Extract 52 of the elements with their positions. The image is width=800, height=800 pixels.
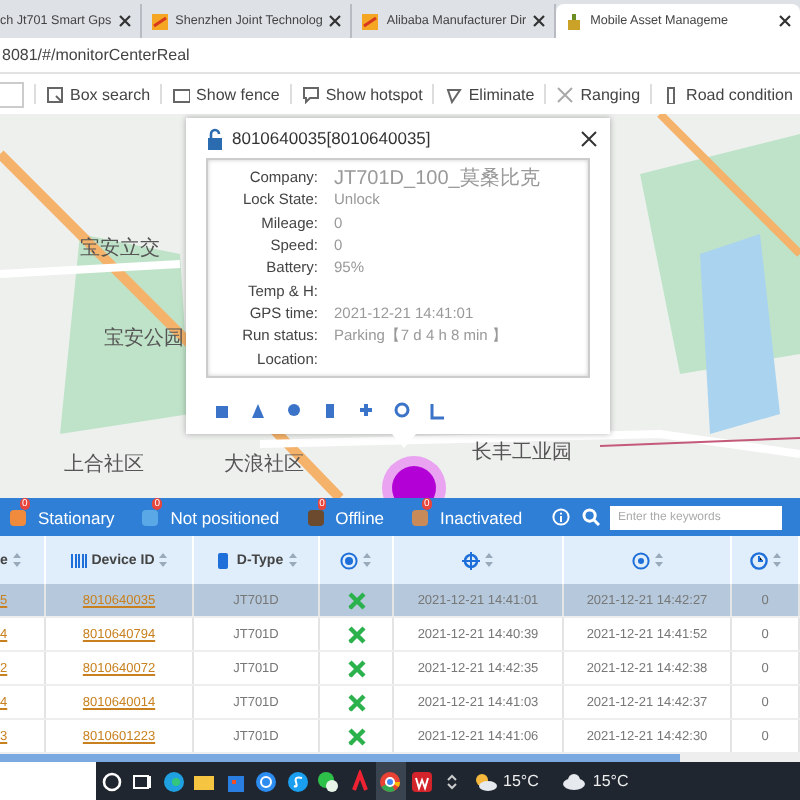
close-icon bbox=[328, 14, 343, 28]
map-label: 上合社区 bbox=[64, 456, 144, 476]
chat-icon[interactable] bbox=[316, 769, 341, 793]
barcode-icon bbox=[69, 551, 88, 569]
weather-icon[interactable] bbox=[473, 771, 497, 791]
radio-icon bbox=[340, 551, 358, 569]
popup-title: 8010640035[8010640035] bbox=[232, 128, 433, 148]
close-icon bbox=[532, 14, 547, 28]
filter-tab[interactable]: Not positioned bbox=[170, 507, 280, 527]
close-icon bbox=[117, 14, 132, 28]
app-icon[interactable] bbox=[285, 769, 310, 793]
app-icon[interactable] bbox=[254, 769, 279, 793]
lock-icon bbox=[206, 127, 224, 149]
filter-tab[interactable]: Stationary bbox=[38, 507, 115, 527]
hotspot-icon bbox=[301, 85, 320, 103]
temperature[interactable]: 15°C bbox=[592, 772, 629, 790]
filter-tab[interactable]: Offline bbox=[335, 507, 385, 527]
toolbar-button[interactable]: Road condition bbox=[686, 85, 793, 103]
site-logo-icon bbox=[360, 11, 381, 31]
task-view-icon[interactable] bbox=[130, 769, 155, 793]
ranging-icon bbox=[556, 85, 575, 103]
search-icon[interactable] bbox=[99, 769, 124, 793]
clock-icon bbox=[749, 551, 767, 569]
box-icon bbox=[46, 85, 64, 103]
filter-tab[interactable]: Inactivated bbox=[440, 507, 523, 527]
temperature[interactable]: 15°C bbox=[503, 772, 539, 790]
toolbar-button[interactable]: Show hotspot bbox=[325, 85, 423, 103]
field-value: JT701D_100_莫桑比克 bbox=[334, 165, 540, 192]
crosshair-icon bbox=[462, 551, 480, 569]
toolbar-button[interactable]: Show fence bbox=[196, 85, 280, 103]
input-field[interactable] bbox=[0, 81, 24, 107]
toolbar-button[interactable]: Ranging bbox=[580, 85, 641, 103]
phone-icon bbox=[214, 551, 233, 569]
info-icon bbox=[552, 508, 570, 526]
office-icon[interactable] bbox=[409, 769, 434, 793]
browser-icon[interactable] bbox=[161, 769, 186, 793]
scrollbar[interactable] bbox=[0, 754, 680, 762]
toolbar-button[interactable]: Eliminate bbox=[468, 85, 535, 103]
fence-icon bbox=[172, 85, 191, 103]
map-label: 大浪社区 bbox=[224, 456, 304, 476]
toolbar-button[interactable]: Box search bbox=[70, 85, 151, 103]
chevron-icon[interactable] bbox=[445, 771, 457, 791]
eliminate-icon bbox=[444, 85, 463, 103]
site-logo-icon bbox=[149, 11, 170, 31]
map-label: 长丰工业园 bbox=[472, 444, 572, 464]
site-icon bbox=[564, 11, 585, 31]
browser-icon[interactable] bbox=[378, 769, 403, 793]
close-icon bbox=[778, 14, 792, 28]
cloud-icon[interactable] bbox=[562, 771, 587, 791]
road-icon bbox=[662, 85, 681, 103]
close-icon[interactable] bbox=[580, 129, 598, 147]
map-label: 宝安公园 bbox=[104, 330, 184, 350]
